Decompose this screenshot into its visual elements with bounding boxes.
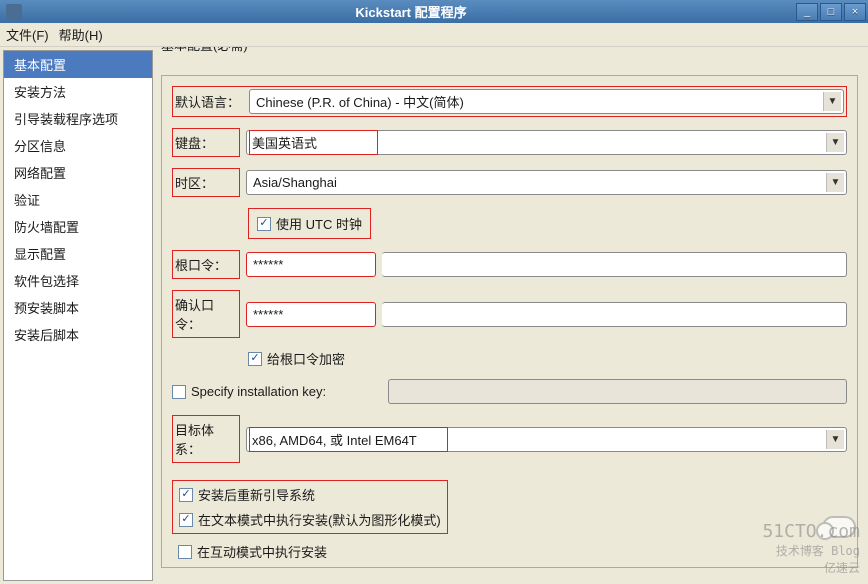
reboot-label: 安装后重新引导系统 [198, 485, 315, 504]
checkbox-icon [178, 545, 192, 559]
checkbox-icon: ✓ [179, 488, 193, 502]
sidebar-item-basic[interactable]: 基本配置 [4, 51, 152, 78]
confirmpw-input-ext[interactable] [382, 302, 847, 327]
encrypt-checkbox[interactable]: ✓ 给根口令加密 [248, 349, 345, 368]
interactive-checkbox[interactable]: 在互动模式中执行安装 [178, 542, 847, 561]
chevron-down-icon: ▼ [826, 430, 844, 449]
rootpw-label: 根口令： [172, 250, 240, 279]
checkbox-icon: ✓ [257, 217, 271, 231]
main-content: 基本配置 安装方法 引导装载程序选项 分区信息 网络配置 验证 防火墙配置 显示… [0, 47, 868, 584]
confirmpw-value: ****** [253, 307, 283, 322]
lang-combo[interactable]: Chinese (P.R. of China) - 中文(简体) ▼ [249, 89, 844, 114]
rootpw-input-ext[interactable] [382, 252, 847, 277]
menu-bar: 文件(F) 帮助(H) [0, 23, 868, 47]
arch-combo[interactable]: x86, AMD64, 或 Intel EM64T ▼ [246, 427, 847, 452]
keyboard-label: 键盘： [172, 128, 240, 157]
textmode-checkbox[interactable]: ✓ 在文本模式中执行安装(默认为图形化模式) [179, 510, 441, 529]
basic-config-group: 默认语言： Chinese (P.R. of China) - 中文(简体) ▼… [161, 75, 858, 568]
installkey-label: Specify installation key: [191, 384, 326, 399]
close-button[interactable]: × [844, 3, 866, 21]
checkbox-icon [172, 385, 186, 399]
window-titlebar: Kickstart 配置程序 _ □ × [0, 0, 868, 23]
confirmpw-input[interactable]: ****** [246, 302, 376, 327]
reboot-checkbox[interactable]: ✓ 安装后重新引导系统 [179, 485, 441, 504]
window-controls: _ □ × [796, 3, 866, 21]
encrypt-label: 给根口令加密 [267, 349, 345, 368]
tz-label: 时区： [172, 168, 240, 197]
keyboard-value: 美国英语式 [249, 130, 378, 155]
tz-combo[interactable]: Asia/Shanghai ▼ [246, 170, 847, 195]
arch-value: x86, AMD64, 或 Intel EM64T [249, 427, 448, 452]
interactive-label: 在互动模式中执行安装 [197, 542, 327, 561]
tz-value: Asia/Shanghai [253, 175, 337, 190]
utc-checkbox[interactable]: ✓ 使用 UTC 时钟 [248, 208, 371, 239]
menu-file[interactable]: 文件(F) [6, 25, 49, 44]
lang-value: Chinese (P.R. of China) - 中文(简体) [256, 92, 464, 111]
form-panel: 基本配置(必需) 默认语言： Chinese (P.R. of China) -… [153, 47, 868, 584]
confirmpw-label: 确认口令： [172, 290, 240, 338]
sidebar-item-firewall[interactable]: 防火墙配置 [4, 213, 152, 240]
sidebar-item-partition[interactable]: 分区信息 [4, 132, 152, 159]
checkbox-icon: ✓ [248, 352, 262, 366]
rootpw-value: ****** [253, 257, 283, 272]
rootpw-input[interactable]: ****** [246, 252, 376, 277]
sidebar-item-post-script[interactable]: 安装后脚本 [4, 321, 152, 348]
cloud-icon [822, 516, 856, 538]
keyboard-combo[interactable]: 美国英语式 ▼ [246, 130, 847, 155]
menu-help[interactable]: 帮助(H) [59, 25, 103, 44]
installkey-checkbox[interactable]: Specify installation key: [172, 384, 382, 399]
arch-label: 目标体系： [172, 415, 240, 463]
sidebar-item-install-method[interactable]: 安装方法 [4, 78, 152, 105]
sidebar-item-network[interactable]: 网络配置 [4, 159, 152, 186]
checkbox-icon: ✓ [179, 513, 193, 527]
chevron-down-icon: ▼ [826, 133, 844, 152]
textmode-label: 在文本模式中执行安装(默认为图形化模式) [198, 510, 441, 529]
sidebar: 基本配置 安装方法 引导装载程序选项 分区信息 网络配置 验证 防火墙配置 显示… [3, 50, 153, 581]
minimize-button[interactable]: _ [796, 3, 818, 21]
group-title: 基本配置(必需) [157, 47, 252, 54]
sidebar-item-auth[interactable]: 验证 [4, 186, 152, 213]
lang-label: 默认语言： [175, 92, 243, 111]
sidebar-item-display[interactable]: 显示配置 [4, 240, 152, 267]
sidebar-item-bootloader[interactable]: 引导装载程序选项 [4, 105, 152, 132]
maximize-button[interactable]: □ [820, 3, 842, 21]
window-title: Kickstart 配置程序 [26, 2, 796, 21]
sidebar-item-packages[interactable]: 软件包选择 [4, 267, 152, 294]
chevron-down-icon: ▼ [823, 92, 841, 111]
sidebar-item-pre-script[interactable]: 预安装脚本 [4, 294, 152, 321]
chevron-down-icon: ▼ [826, 173, 844, 192]
installkey-input [388, 379, 847, 404]
app-icon [6, 4, 22, 20]
utc-label: 使用 UTC 时钟 [276, 214, 362, 233]
